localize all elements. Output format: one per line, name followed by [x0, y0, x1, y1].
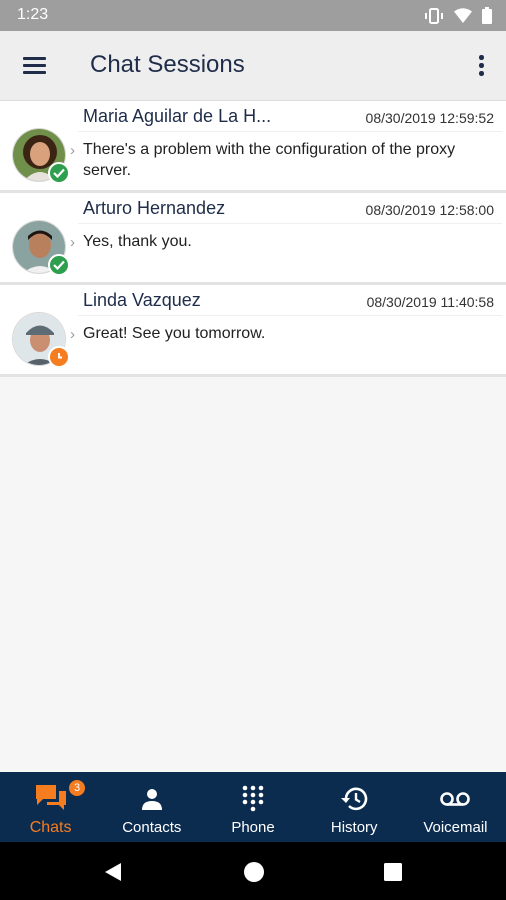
overflow-menu-button[interactable]	[470, 49, 492, 81]
checkmark-icon	[53, 260, 65, 270]
person-icon	[140, 781, 164, 817]
chevron-right-icon: ›	[70, 234, 75, 251]
chats-badge: 3	[69, 780, 85, 796]
hamburger-icon	[23, 57, 46, 60]
message-timestamp: 08/30/2019 12:59:52	[365, 110, 494, 126]
status-icons	[424, 7, 492, 24]
last-message: There's a problem with the configuration…	[78, 131, 502, 187]
home-icon[interactable]	[242, 860, 266, 884]
checkmark-icon	[53, 168, 65, 178]
chevron-right-icon: ›	[70, 326, 75, 343]
more-vert-icon	[479, 55, 484, 60]
wifi-icon	[454, 8, 472, 23]
last-message: Great! See you tomorrow.	[78, 315, 502, 371]
page-title: Chat Sessions	[90, 51, 245, 78]
hamburger-icon-line	[23, 64, 46, 67]
last-message: Yes, thank you.	[78, 223, 502, 279]
chat-row-maria[interactable]: › Maria Aguilar de La H... 08/30/2019 12…	[0, 101, 506, 193]
avatar-wrap	[12, 312, 70, 368]
presence-badge	[48, 254, 70, 276]
clock-icon	[58, 353, 62, 359]
chat-list: › Maria Aguilar de La H... 08/30/2019 12…	[0, 101, 506, 377]
nav-label: Contacts	[122, 819, 182, 836]
status-bar: 1:23	[0, 0, 506, 31]
nav-phone[interactable]: Phone	[202, 772, 303, 842]
nav-label: History	[330, 819, 378, 836]
presence-badge	[48, 162, 70, 184]
recents-icon[interactable]	[384, 863, 402, 881]
status-time: 1:23	[17, 6, 49, 23]
nav-contacts[interactable]: Contacts	[101, 772, 202, 842]
vibrate-icon	[425, 7, 443, 24]
nav-label: Voicemail	[423, 819, 488, 836]
contact-name: Maria Aguilar de La H...	[83, 106, 272, 126]
more-vert-icon-dot	[479, 71, 484, 76]
more-vert-icon-dot	[479, 63, 484, 68]
back-icon[interactable]	[103, 862, 123, 882]
bottom-nav: 3 Chats Contacts Phone History Voicemail	[0, 772, 506, 842]
menu-button[interactable]	[18, 51, 52, 81]
dialpad-icon	[241, 781, 265, 817]
system-nav-bar	[0, 842, 506, 900]
message-timestamp: 08/30/2019 11:40:58	[366, 294, 494, 310]
voicemail-icon	[439, 781, 471, 817]
chevron-right-icon: ›	[70, 142, 75, 159]
history-icon	[340, 781, 368, 817]
hamburger-icon-line	[23, 71, 46, 74]
avatar-wrap	[12, 128, 70, 184]
nav-label: Chats	[29, 819, 72, 836]
nav-voicemail[interactable]: Voicemail	[405, 772, 506, 842]
nav-chats[interactable]: 3 Chats	[0, 772, 101, 842]
nav-history[interactable]: History	[304, 772, 405, 842]
avatar-wrap	[12, 220, 70, 276]
nav-label: Phone	[231, 819, 275, 836]
chat-row-arturo[interactable]: › Arturo Hernandez 08/30/2019 12:58:00 Y…	[0, 193, 506, 285]
chat-bubbles-icon	[34, 781, 68, 817]
contact-name: Arturo Hernandez	[83, 198, 226, 218]
message-timestamp: 08/30/2019 12:58:00	[365, 202, 494, 218]
chat-row-linda[interactable]: › Linda Vazquez 08/30/2019 11:40:58 Grea…	[0, 285, 506, 377]
app-bar: Chat Sessions	[0, 31, 506, 101]
contact-name: Linda Vazquez	[83, 290, 201, 310]
battery-icon	[482, 7, 492, 24]
presence-badge	[48, 346, 70, 368]
